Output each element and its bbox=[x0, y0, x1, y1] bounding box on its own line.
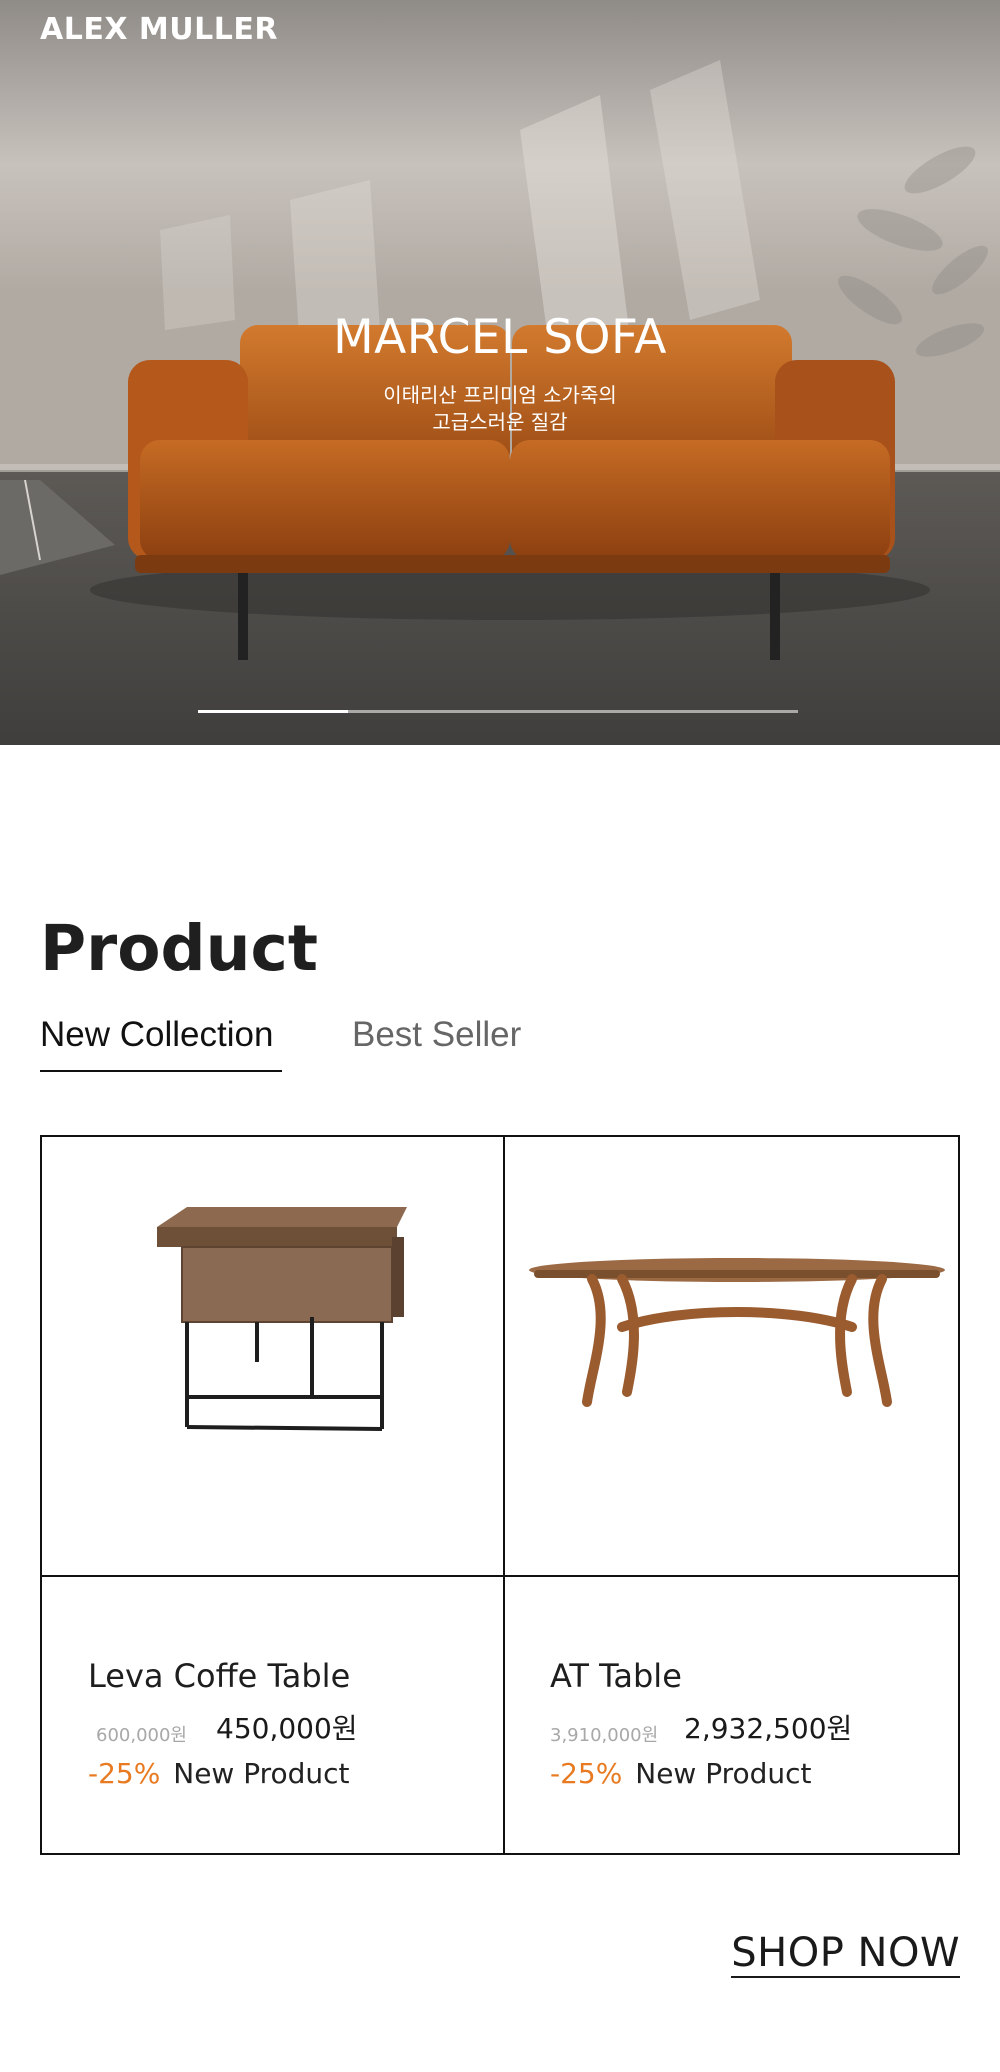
grid-divider-horizontal bbox=[42, 1575, 958, 1577]
side-table-image[interactable] bbox=[137, 1197, 417, 1437]
product-price: 3,910,000원 2,932,500원 bbox=[550, 1707, 870, 1747]
product-grid: Leva Coffe Table 600,000원 450,000원 -25% … bbox=[40, 1135, 960, 1855]
hero-banner: ALEX MULLER MARCEL SOFA 이태리산 프리미엄 소가죽의 고… bbox=[0, 0, 1000, 745]
new-product-label: New Product bbox=[173, 1757, 350, 1790]
slider-progress-fill bbox=[198, 710, 348, 713]
grid-divider-vertical bbox=[503, 1137, 505, 1853]
product-name[interactable]: AT Table bbox=[550, 1657, 682, 1695]
original-price: 600,000원 bbox=[96, 1725, 187, 1746]
brand-logo[interactable]: ALEX MULLER bbox=[40, 12, 278, 47]
oval-table-image[interactable] bbox=[522, 1197, 952, 1437]
hero-title: MARCEL SOFA bbox=[333, 310, 667, 365]
hero-subtitle: 이태리산 프리미엄 소가죽의 고급스러운 질감 bbox=[0, 382, 1000, 436]
sale-price: 2,932,500원 bbox=[684, 1712, 853, 1745]
product-price: 600,000원 450,000원 bbox=[96, 1707, 376, 1747]
discount-rate: -25% bbox=[88, 1757, 161, 1790]
slider-progress-bar[interactable] bbox=[198, 710, 798, 713]
discount-rate: -25% bbox=[550, 1757, 623, 1790]
active-tab-underline bbox=[40, 1070, 282, 1072]
hero-subtitle-line: 고급스러운 질감 bbox=[432, 410, 568, 434]
new-product-label: New Product bbox=[635, 1757, 812, 1790]
product-name[interactable]: Leva Coffe Table bbox=[88, 1657, 350, 1695]
section-title: Product bbox=[40, 912, 318, 985]
tab-best-seller[interactable]: Best Seller bbox=[352, 1015, 521, 1055]
hero-subtitle-line: 이태리산 프리미엄 소가죽의 bbox=[383, 383, 617, 407]
product-tags: -25% New Product bbox=[550, 1757, 812, 1790]
sale-price: 450,000원 bbox=[216, 1712, 358, 1745]
tab-label: Best Seller bbox=[352, 1015, 522, 1054]
product-tags: -25% New Product bbox=[88, 1757, 350, 1790]
sofa-hero-image bbox=[0, 0, 1000, 745]
tab-new-collection[interactable]: New Collection bbox=[40, 1015, 282, 1072]
original-price: 3,910,000원 bbox=[550, 1725, 659, 1746]
tab-label: New Collection bbox=[40, 1015, 274, 1054]
shop-now-link[interactable]: SHOP NOW bbox=[731, 1930, 960, 1978]
